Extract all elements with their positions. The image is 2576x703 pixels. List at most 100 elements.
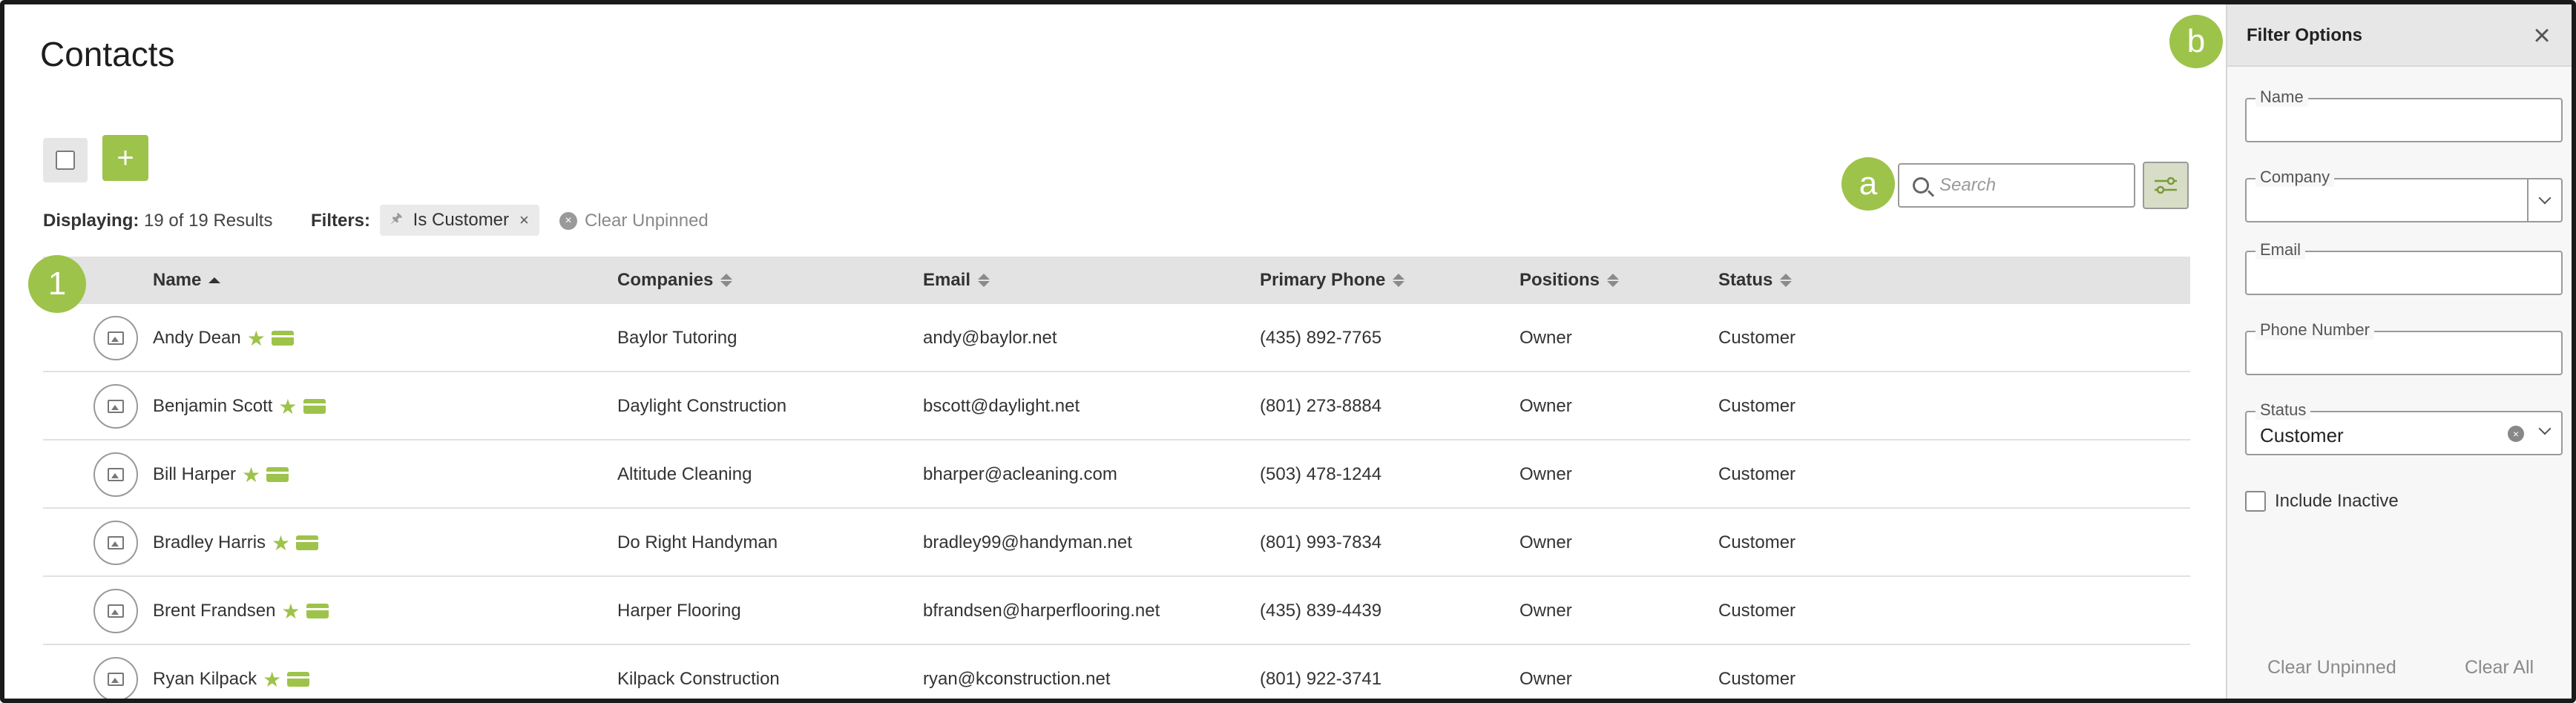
cell-phone: (801) 993-7834 [1260, 532, 1382, 552]
credit-card-icon [266, 467, 289, 482]
clear-all-button[interactable]: Clear All [2465, 657, 2534, 679]
cell-email: bharper@acleaning.com [923, 464, 1117, 484]
callout-badge-b: b [2169, 15, 2223, 68]
avatar-placeholder-icon [93, 452, 138, 497]
filter-options-button[interactable] [2143, 162, 2189, 209]
table-header: Name Companies Email Primary Phone Posit… [43, 257, 2190, 304]
column-header-positions[interactable]: Positions [1519, 257, 1620, 304]
cell-phone: (801) 922-3741 [1260, 669, 1382, 689]
cell-status: Customer [1718, 532, 1796, 552]
avatar-placeholder-icon [93, 384, 138, 429]
table-row[interactable]: Bradley Harris ★ Do Right Handyman bradle… [43, 509, 2190, 577]
sliders-icon [2155, 176, 2177, 194]
close-icon[interactable]: × [2527, 21, 2557, 50]
panel-title: Filter Options [2247, 25, 2362, 45]
search-icon [1913, 177, 1929, 194]
cell-email: ryan@kconstruction.net [923, 669, 1111, 689]
cell-company: Baylor Tutoring [617, 328, 737, 348]
column-header-primary-phone[interactable]: Primary Phone [1260, 257, 1405, 304]
phone-field-label: Phone Number [2255, 320, 2374, 340]
table-row[interactable]: Ryan Kilpack ★ Kilpack Construction ryan@… [43, 645, 2190, 699]
credit-card-icon [306, 604, 329, 618]
cell-company: Daylight Construction [617, 396, 787, 416]
status-field-value: Customer [2260, 424, 2344, 446]
include-inactive-option[interactable]: Include Inactive [2245, 491, 2399, 512]
app-frame: Contacts + Displaying: 19 of 19 Results … [0, 0, 2576, 703]
search-box[interactable] [1898, 163, 2135, 208]
chevron-down-icon[interactable] [2538, 422, 2552, 435]
contacts-main: Contacts + Displaying: 19 of 19 Results … [4, 4, 2223, 699]
credit-card-icon [271, 331, 294, 346]
filter-chip-is-customer[interactable]: 🖈 Is Customer × [380, 205, 539, 236]
cell-company: Do Right Handyman [617, 532, 778, 552]
cell-name[interactable]: Bradley Harris ★ [153, 509, 319, 577]
company-select[interactable]: Company [2245, 168, 2563, 222]
chevron-down-icon[interactable] [2527, 179, 2561, 221]
phone-number-field[interactable]: Phone Number [2245, 320, 2563, 375]
sort-icon [978, 274, 990, 287]
cell-phone: (435) 892-7765 [1260, 328, 1382, 348]
sort-icon [1607, 274, 1620, 287]
clear-unpinned-button[interactable]: Clear Unpinned [2267, 657, 2396, 679]
filters-label: Filters: [311, 211, 371, 231]
column-header-companies[interactable]: Companies [617, 257, 733, 304]
include-inactive-checkbox[interactable] [2245, 491, 2266, 512]
cell-phone: (503) 478-1244 [1260, 464, 1382, 484]
email-field[interactable]: Email [2245, 240, 2563, 295]
table-row[interactable]: Bill Harper ★ Altitude Cleaning bharper@a… [43, 440, 2190, 509]
cell-company: Kilpack Construction [617, 669, 780, 689]
filter-chip-label: Is Customer [413, 210, 510, 230]
cell-company: Altitude Cleaning [617, 464, 752, 484]
cell-email: bfrandsen@harperflooring.net [923, 601, 1160, 621]
email-field-label: Email [2255, 240, 2306, 260]
cell-name[interactable]: Brent Frandsen ★ [153, 577, 329, 645]
cell-name[interactable]: Andy Dean ★ [153, 304, 294, 372]
cell-name[interactable]: Ryan Kilpack ★ [153, 645, 310, 699]
select-all-button[interactable] [43, 138, 88, 182]
include-inactive-label: Include Inactive [2275, 491, 2399, 511]
star-icon: ★ [246, 326, 266, 350]
table-row[interactable]: Brent Frandsen ★ Harper Flooring bfrandse… [43, 577, 2190, 645]
table-row[interactable]: Benjamin Scott ★ Daylight Construction bs… [43, 372, 2190, 440]
select-all-checkbox[interactable] [56, 151, 75, 170]
credit-card-icon [287, 672, 310, 687]
name-field-label: Name [2255, 88, 2308, 107]
search-input[interactable] [1939, 175, 2117, 196]
column-header-status[interactable]: Status [1718, 257, 1793, 304]
column-header-name[interactable]: Name [153, 257, 221, 304]
page-title: Contacts [40, 35, 175, 73]
displaying-label: Displaying: [43, 211, 139, 231]
column-header-email[interactable]: Email [923, 257, 990, 304]
cell-position: Owner [1519, 396, 1572, 416]
cell-email: bscott@daylight.net [923, 396, 1080, 416]
company-field-label: Company [2255, 168, 2335, 187]
add-contact-button[interactable]: + [102, 135, 148, 181]
cell-phone: (801) 273-8884 [1260, 396, 1382, 416]
avatar-placeholder-icon [93, 316, 138, 360]
star-icon: ★ [263, 667, 282, 691]
star-icon: ★ [278, 395, 298, 418]
cell-phone: (435) 839-4439 [1260, 601, 1382, 621]
clear-selection-icon[interactable]: × [2508, 426, 2524, 442]
sort-icon [720, 274, 733, 287]
remove-filter-icon[interactable]: × [519, 211, 529, 230]
cell-position: Owner [1519, 669, 1572, 689]
cell-name[interactable]: Bill Harper ★ [153, 440, 289, 509]
callout-badge-a: a [1841, 157, 1895, 211]
cell-position: Owner [1519, 532, 1572, 552]
table-row[interactable]: Andy Dean ★ Baylor Tutoring andy@baylor.n… [43, 304, 2190, 372]
pin-icon[interactable]: 🖈 [390, 209, 403, 231]
avatar-placeholder-icon [93, 657, 138, 699]
clear-unpinned-link[interactable]: × Clear Unpinned [559, 211, 709, 231]
results-count: Displaying: 19 of 19 Results [43, 211, 272, 231]
status-select[interactable]: Status Customer × [2245, 400, 2563, 455]
name-field[interactable]: Name [2245, 88, 2563, 142]
credit-card-icon [303, 399, 326, 414]
clear-circle-icon: × [559, 212, 577, 230]
sort-asc-icon [208, 277, 221, 283]
cell-company: Harper Flooring [617, 601, 741, 621]
star-icon: ★ [242, 463, 261, 486]
cell-status: Customer [1718, 396, 1796, 416]
cell-name[interactable]: Benjamin Scott ★ [153, 372, 326, 440]
cell-status: Customer [1718, 328, 1796, 348]
